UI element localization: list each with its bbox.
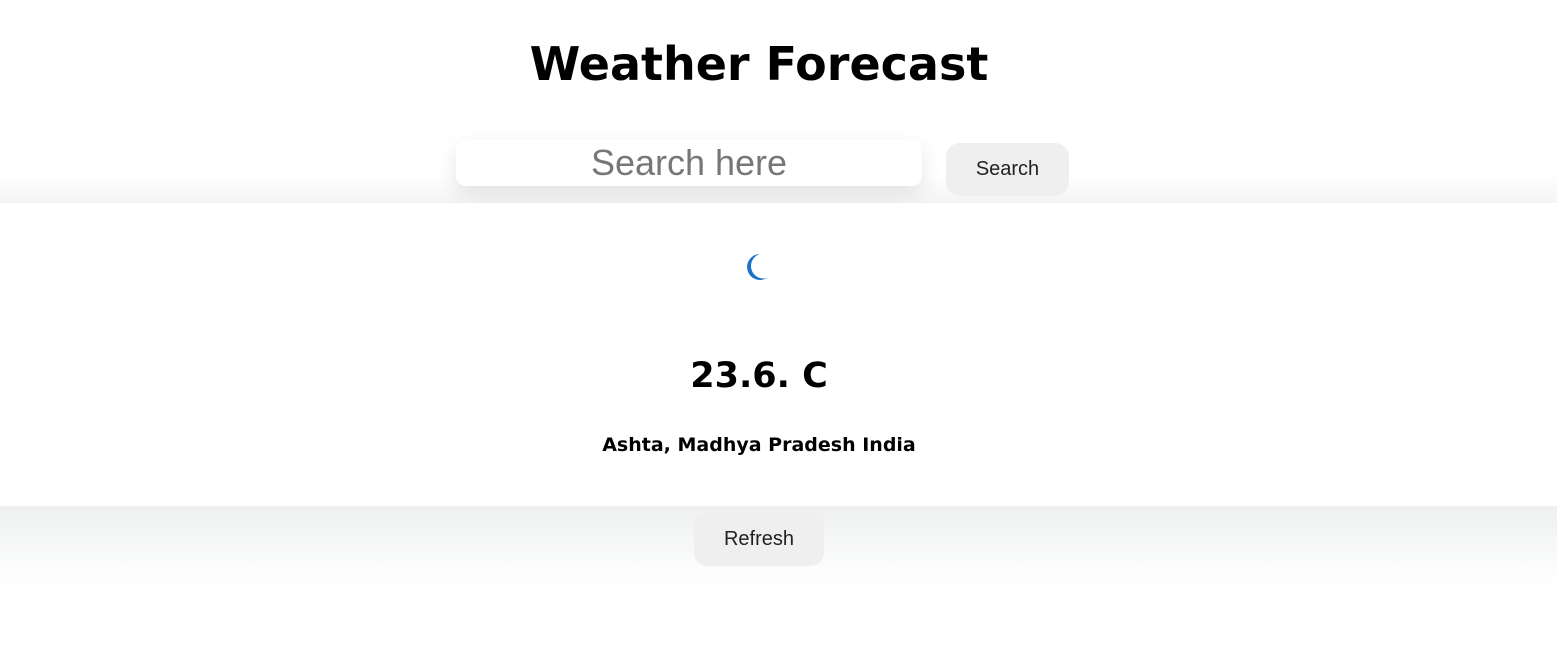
- search-button[interactable]: Search: [946, 143, 1069, 196]
- moon-icon: [747, 254, 767, 280]
- weather-app: Weather Forecast Search 23.6. C Ashta, M…: [0, 0, 1557, 658]
- location-label: Ashta, Madhya Pradesh India: [602, 434, 916, 456]
- temperature-value: 23.6. C: [690, 356, 828, 396]
- refresh-button[interactable]: Refresh: [694, 513, 824, 566]
- search-input[interactable]: [456, 140, 922, 186]
- page-title: Weather Forecast: [529, 37, 989, 91]
